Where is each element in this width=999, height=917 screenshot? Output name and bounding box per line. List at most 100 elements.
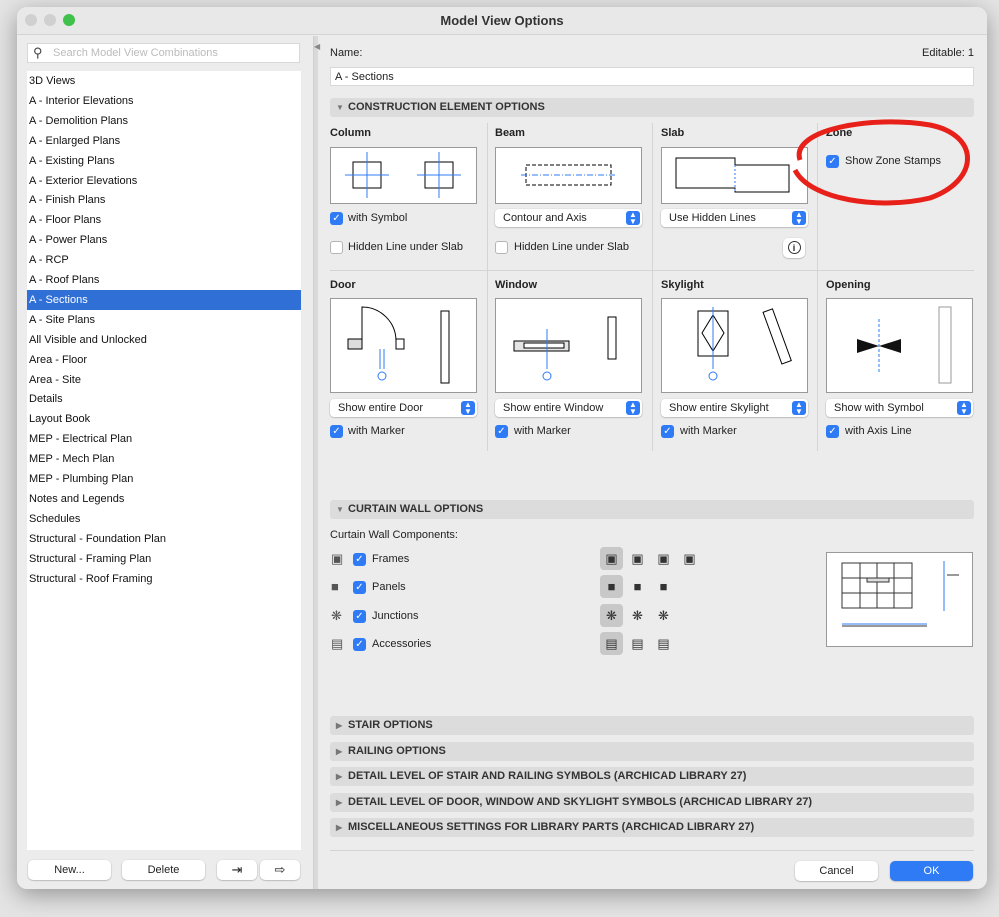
pane-splitter[interactable]: ◀ (313, 36, 320, 889)
list-item[interactable]: MEP - Electrical Plan (27, 429, 301, 449)
panels-checkbox[interactable]: ✓ (353, 581, 366, 595)
list-item[interactable]: Schedules (27, 509, 301, 529)
combinations-list: 3D Views A - Interior Elevations A - Demol… (27, 71, 301, 850)
panels-label: Panels (372, 581, 406, 594)
beam-display-select[interactable]: Contour and Axis ▲ ▼ (495, 209, 642, 227)
chevron-updown-icon: ▲ ▼ (792, 401, 806, 416)
section-title: DETAIL LEVEL OF DOOR, WINDOW AND SKYLIGH… (348, 795, 813, 808)
list-item[interactable]: A - Interior Elevations (27, 91, 301, 111)
accessories-label: Accessories (372, 637, 432, 650)
collapsed-section-header[interactable]: ▶ STAIR OPTIONS (330, 716, 974, 735)
door-display-select[interactable]: Show entire Door ▲ ▼ (330, 399, 477, 417)
list-item[interactable]: A - Floor Plans (27, 210, 301, 230)
curtain-wall-preview (826, 552, 973, 647)
disclosure-closed-icon: ▶ (336, 721, 343, 730)
list-item[interactable]: A - Existing Plans (27, 151, 301, 171)
frames-label: Frames (372, 553, 410, 565)
collapsed-section-header[interactable]: ▶ MISCELLANEOUS SETTINGS FOR LIBRARY PART… (330, 818, 974, 838)
disclosure-closed-icon: ▶ (336, 772, 343, 782)
list-item[interactable]: 3D Views (27, 71, 301, 91)
list-item[interactable]: Details (27, 389, 301, 409)
frames-detail-option-1[interactable]: ▣ (600, 547, 623, 570)
list-item[interactable]: All Visible and Unlocked (27, 330, 301, 350)
list-item[interactable]: A - Sections (27, 289, 301, 310)
collapsed-section-header[interactable]: ▶ DETAIL LEVEL OF DOOR, WINDOW AND SKYLIG… (330, 792, 974, 812)
list-item[interactable]: A - Enlarged Plans (27, 131, 301, 151)
list-item[interactable]: A - Exterior Elevations (27, 171, 301, 191)
slab-display-select[interactable]: Use Hidden Lines ▲ ▼ (661, 209, 808, 227)
list-item[interactable]: A - Power Plans (27, 230, 301, 250)
curtain-wall-options-header[interactable]: ▼ CURTAIN WALL OPTIONS (330, 500, 974, 519)
junctions-label: Junctions (372, 609, 419, 622)
opening-preview (826, 298, 973, 393)
opening-symbol-icon (857, 306, 952, 384)
chevron-updown-icon: ▲ ▼ (626, 211, 640, 226)
search-input[interactable]: Search Model View Combinations (27, 43, 300, 63)
divider (330, 850, 974, 851)
info-button[interactable]: i (783, 238, 805, 258)
list-item[interactable]: Area - Floor (27, 350, 301, 370)
accessories-checkbox[interactable]: ✓ (353, 637, 366, 651)
frames-detail-option-4[interactable]: ▣ (678, 547, 701, 570)
new-button[interactable]: New... (28, 860, 111, 880)
frames-detail-option-3[interactable]: ▣ (652, 547, 675, 570)
accessories-detail-option-2[interactable]: ▤ (626, 632, 649, 655)
frames-detail-option-2[interactable]: ▣ (626, 547, 649, 570)
components-label: Curtain Wall Components: (330, 529, 458, 541)
opening-axis-checkbox[interactable]: ✓ (826, 425, 839, 438)
door-label: Door (330, 279, 356, 291)
column-symbol-icon (345, 152, 461, 198)
list-item[interactable]: A - Finish Plans (27, 190, 301, 210)
delete-button[interactable]: Delete (122, 860, 205, 880)
list-item[interactable]: MEP - Plumbing Plan (27, 469, 301, 489)
accessories-detail-option-1[interactable]: ▤ (600, 631, 623, 655)
with-symbol-label: with Symbol (348, 212, 408, 224)
import-button[interactable]: ⇥ (217, 860, 257, 880)
panels-detail-option-1[interactable]: ■ (600, 575, 623, 599)
list-item[interactable]: A - RCP (27, 250, 301, 270)
skylight-display-select[interactable]: Show entire Skylight ▲ ▼ (661, 399, 808, 417)
window-display-select[interactable]: Show entire Window ▲ ▼ (495, 399, 642, 417)
opening-display-select[interactable]: Show with Symbol ▲ ▼ (826, 399, 973, 417)
door-marker-checkbox[interactable]: ✓ (330, 425, 343, 438)
window-marker-checkbox[interactable]: ✓ (495, 425, 508, 438)
skylight-marker-label: with Marker (680, 425, 737, 437)
list-item[interactable]: Structural - Foundation Plan (27, 529, 301, 549)
list-item[interactable]: A - Roof Plans (27, 270, 301, 290)
export-button[interactable]: ⇨ (260, 860, 300, 880)
junctions-checkbox[interactable]: ✓ (353, 609, 366, 623)
name-field[interactable]: A - Sections (330, 67, 974, 86)
list-item[interactable]: Structural - Roof Framing (27, 569, 301, 589)
junctions-detail-option-2[interactable]: ❋ (626, 604, 649, 627)
editable-label: Editable: 1 (922, 47, 974, 59)
list-item[interactable]: MEP - Mech Plan (27, 449, 301, 469)
list-item[interactable]: Layout Book (27, 409, 301, 429)
ok-button[interactable]: OK (890, 861, 973, 881)
cancel-button[interactable]: Cancel (795, 861, 878, 881)
skylight-preview (661, 298, 808, 393)
accessories-detail-option-3[interactable]: ▤ (652, 632, 675, 655)
list-item[interactable]: Structural - Framing Plan (27, 549, 301, 569)
collapsed-section-header[interactable]: ▶ RAILING OPTIONS (330, 741, 974, 761)
column-hidden-line-checkbox[interactable] (330, 241, 343, 254)
panels-detail-option-2[interactable]: ■ (626, 575, 649, 598)
accessory-icon: ▤ (331, 635, 344, 651)
beam-hidden-line-label: Hidden Line under Slab (514, 241, 629, 253)
frames-checkbox[interactable]: ✓ (353, 553, 366, 566)
skylight-label: Skylight (661, 279, 704, 291)
select-value: Show entire Window (503, 402, 604, 414)
skylight-marker-checkbox[interactable]: ✓ (661, 425, 674, 438)
section-title: DETAIL LEVEL OF STAIR AND RAILING SYMBOL… (348, 770, 747, 783)
list-item[interactable]: Area - Site (27, 370, 301, 390)
with-symbol-checkbox[interactable]: ✓ (330, 212, 343, 225)
list-item[interactable]: Notes and Legends (27, 489, 301, 509)
list-item[interactable]: A - Demolition Plans (27, 111, 301, 131)
junctions-detail-option-1[interactable]: ❋ (600, 603, 623, 627)
list-item[interactable]: A - Site Plans (27, 310, 301, 330)
beam-hidden-line-checkbox[interactable] (495, 241, 508, 254)
panels-detail-option-3[interactable]: ■ (652, 575, 675, 598)
collapsed-section-header[interactable]: ▶ DETAIL LEVEL OF STAIR AND RAILING SYMBO… (330, 767, 974, 787)
column-label: Column (330, 127, 371, 139)
collapse-arrow-icon[interactable]: ◀ (314, 42, 320, 51)
junctions-detail-option-3[interactable]: ❋ (652, 604, 675, 627)
